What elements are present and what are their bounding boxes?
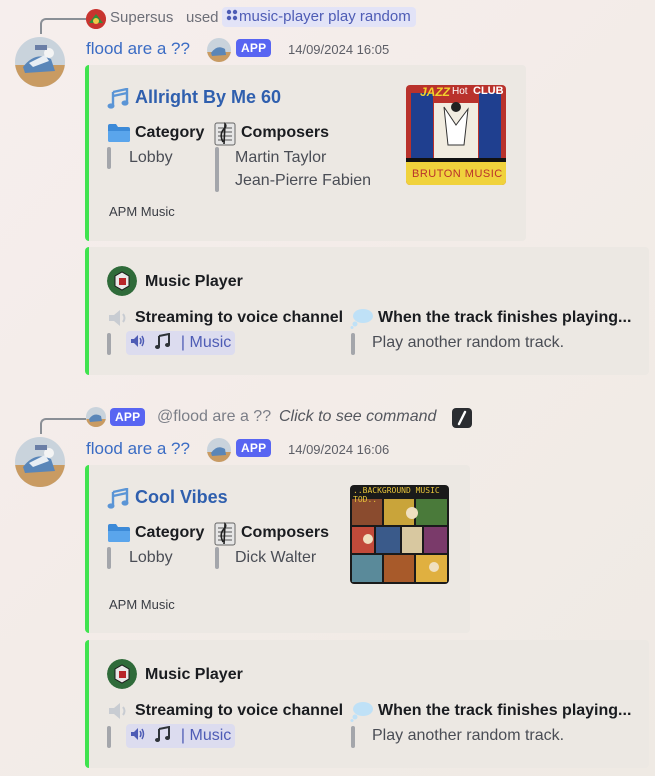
music-player-logo xyxy=(107,266,137,296)
embed-footer: APM Music xyxy=(109,204,175,219)
finish-label: When the track finishes playing... xyxy=(378,309,632,326)
reply-used-text: used xyxy=(186,9,219,26)
category-value: Lobby xyxy=(129,549,173,566)
embed-footer: APM Music xyxy=(109,597,175,612)
slash-command-icon xyxy=(452,408,472,428)
command-name: music-player play random xyxy=(239,8,411,25)
composers-label: Composers xyxy=(241,124,330,141)
channel-name: Music xyxy=(189,334,232,351)
quote-bar xyxy=(351,726,355,748)
composer-name: Martin Taylor xyxy=(235,149,327,166)
speaker-icon xyxy=(107,308,129,333)
track-embed: Allright By Me 60 Category Lobby Compose… xyxy=(85,65,526,241)
cover-text: CLUB xyxy=(473,85,504,97)
timestamp: 14/09/2024 16:05 xyxy=(288,42,390,57)
finish-value: Play another random track. xyxy=(372,334,565,351)
category-label: Category xyxy=(135,124,205,141)
reply-connector xyxy=(40,18,86,34)
quote-bar xyxy=(215,147,219,192)
finish-label: When the track finishes playing... xyxy=(378,702,632,719)
bot-mini-avatar xyxy=(207,438,231,462)
quote-bar xyxy=(107,147,111,169)
finish-value: Play another random track. xyxy=(372,727,565,744)
app-command-icon xyxy=(226,9,238,21)
composer-name: Jean-Pierre Fabien xyxy=(235,172,372,189)
thought-bubble-icon xyxy=(350,700,374,727)
reply-username[interactable]: Supersus xyxy=(110,9,173,26)
cover-label: ..BACKGROUND MUSIC TOD.. xyxy=(353,486,440,504)
app-badge: APP xyxy=(236,39,272,57)
bot-name[interactable]: flood are a ?? xyxy=(86,39,190,59)
reply-connector xyxy=(40,418,86,434)
music-notes-icon xyxy=(155,332,171,349)
music-notes-icon xyxy=(107,487,131,515)
music-player-embed: Music Player Streaming to voice channel … xyxy=(85,247,649,375)
folder-icon xyxy=(107,123,131,148)
folder-icon xyxy=(107,523,131,548)
category-label: Category xyxy=(135,524,205,541)
reply-mention[interactable]: @flood are a ?? xyxy=(157,408,271,426)
click-to-see-command[interactable]: Click to see command xyxy=(279,408,436,426)
app-badge: APP xyxy=(236,439,272,457)
quote-bar xyxy=(107,333,111,355)
streaming-label: Streaming to voice channel xyxy=(135,702,344,719)
quote-bar xyxy=(107,726,111,748)
cover-text: Hot xyxy=(452,86,468,97)
music-player-logo xyxy=(107,659,137,689)
bot-mini-avatar[interactable] xyxy=(86,407,106,427)
voice-channel-mention[interactable]: | Music xyxy=(126,331,236,355)
quote-bar xyxy=(215,547,219,569)
track-title[interactable]: Allright By Me 60 xyxy=(135,87,281,108)
command-mention[interactable]: music-player play random xyxy=(222,7,416,27)
quote-bar xyxy=(351,333,355,355)
bot-mini-avatar xyxy=(207,38,231,62)
player-author: Music Player xyxy=(145,273,243,290)
channel-name: Music xyxy=(189,727,232,744)
track-title[interactable]: Cool Vibes xyxy=(135,487,228,508)
music-notes-icon xyxy=(155,725,171,742)
category-value: Lobby xyxy=(129,149,173,166)
bot-avatar[interactable] xyxy=(15,437,65,487)
streaming-label: Streaming to voice channel xyxy=(135,309,344,326)
track-embed: Cool Vibes Category Lobby Composers Dick… xyxy=(85,465,470,633)
cover-text: JAZZ xyxy=(420,85,450,99)
bot-avatar[interactable] xyxy=(15,37,65,87)
voice-channel-icon xyxy=(131,335,145,347)
composer-name: Dick Walter xyxy=(235,549,317,566)
cover-label: BRUTON MUSIC xyxy=(412,168,503,180)
supersus-avatar[interactable] xyxy=(86,9,106,29)
composers-label: Composers xyxy=(241,524,330,541)
music-notes-icon xyxy=(107,87,131,115)
channel-separator: | xyxy=(180,727,186,744)
quote-bar xyxy=(107,547,111,569)
album-cover-thumbnail[interactable]: ..BACKGROUND MUSIC TOD.. xyxy=(350,485,449,584)
music-player-embed: Music Player Streaming to voice channel … xyxy=(85,640,649,768)
timestamp: 14/09/2024 16:06 xyxy=(288,442,390,457)
album-cover-thumbnail[interactable]: JAZZ Hot CLUB BRUTON MUSIC xyxy=(406,85,506,185)
player-author: Music Player xyxy=(145,666,243,683)
app-badge: APP xyxy=(110,408,146,426)
voice-channel-mention[interactable]: | Music xyxy=(126,724,236,748)
voice-channel-icon xyxy=(131,728,145,740)
speaker-icon xyxy=(107,701,129,726)
thought-bubble-icon xyxy=(350,307,374,334)
bot-name[interactable]: flood are a ?? xyxy=(86,439,190,459)
channel-separator: | xyxy=(180,334,186,351)
